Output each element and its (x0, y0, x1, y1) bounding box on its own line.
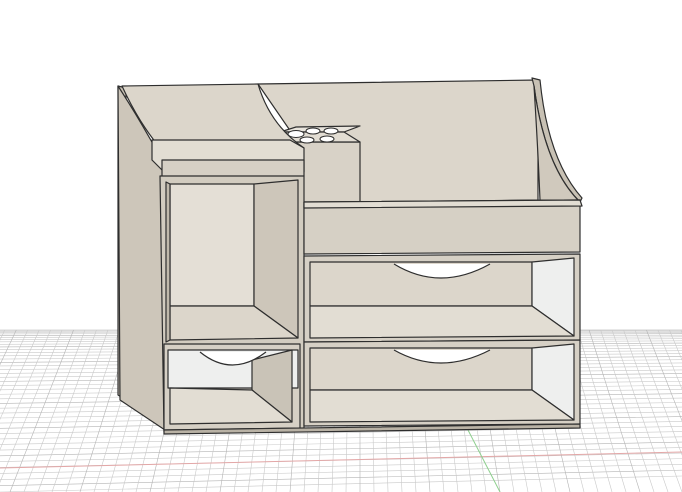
right-shelf-lip (303, 199, 583, 209)
top-left-shelf-front (161, 159, 305, 179)
cubby-left-edge (165, 181, 171, 343)
scene-svg[interactable] (0, 0, 682, 492)
desk-organizer-model[interactable] (117, 77, 583, 435)
cad-viewport[interactable] (0, 0, 682, 492)
pen-holder-front (295, 141, 361, 207)
right-drawer-2-bottom (309, 389, 575, 423)
right-drawer-1-bottom (309, 305, 575, 339)
cubby-interior (169, 183, 255, 307)
